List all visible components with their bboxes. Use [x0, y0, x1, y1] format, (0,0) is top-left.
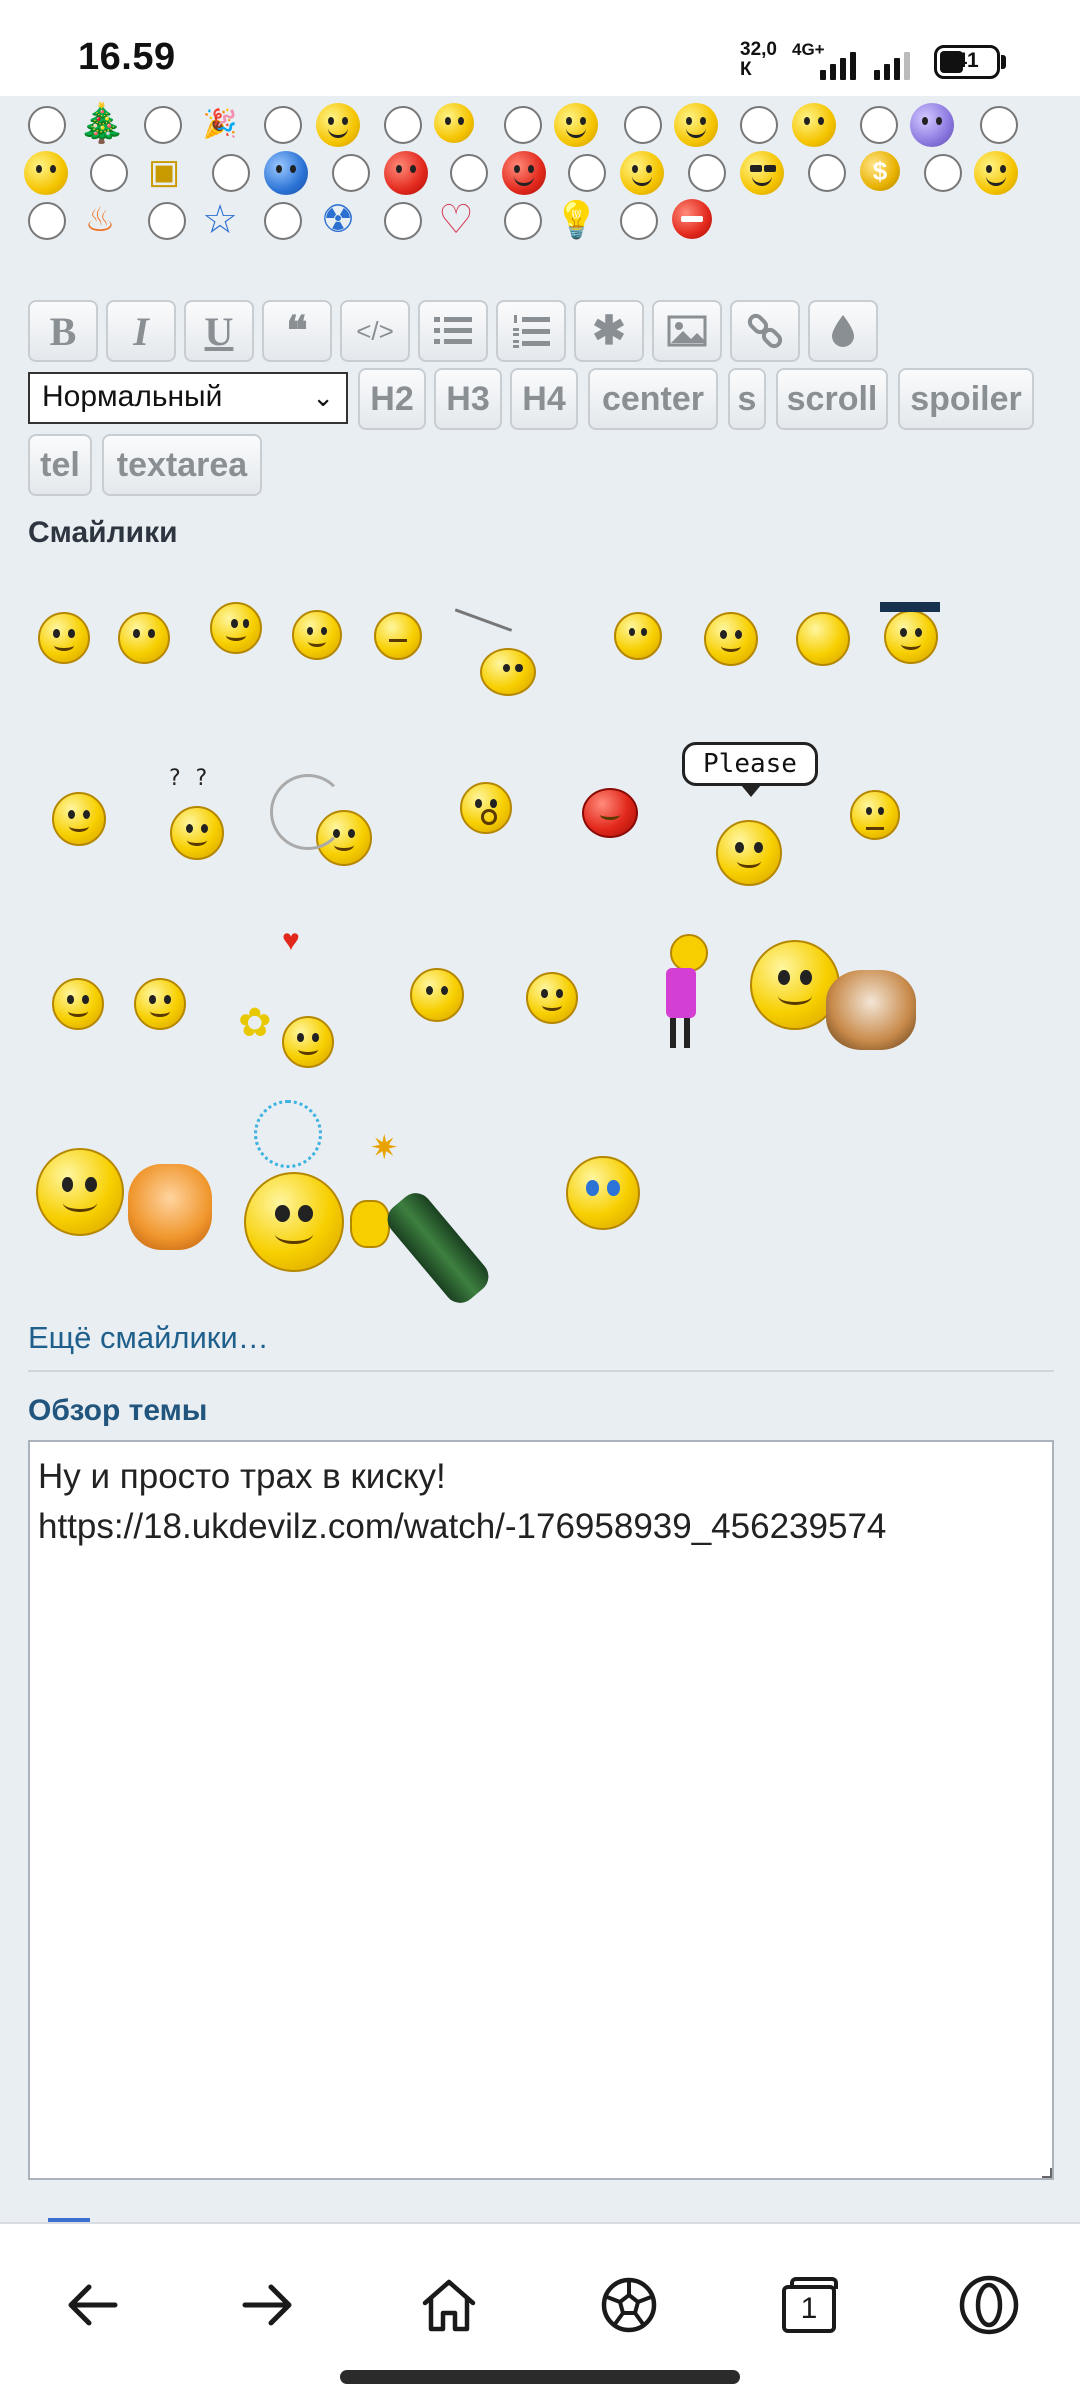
more-emoticons-link[interactable]: Ещё смайлики… [28, 1320, 269, 1356]
emoticon[interactable] [52, 792, 106, 846]
battery-tip [1001, 55, 1006, 69]
waving-emoticon[interactable] [244, 1172, 344, 1272]
home-icon [422, 2279, 476, 2332]
arrow-left-icon [68, 2284, 118, 2326]
cat-icon [826, 970, 916, 1050]
please-emoticon[interactable] [716, 820, 782, 886]
flower-icon: ✿ [238, 1001, 272, 1045]
champagne-bottle-icon [381, 1186, 495, 1310]
hand-icon [350, 1200, 390, 1248]
home-button[interactable] [404, 2260, 494, 2350]
please-bubble: Please [682, 742, 818, 797]
question-marks: ? ? [168, 766, 208, 791]
quill-icon [447, 608, 513, 651]
preview-title: Обзор темы [28, 1394, 208, 1427]
tabs-button[interactable]: 1 [764, 2260, 854, 2350]
emoticon[interactable] [118, 612, 170, 664]
soccer-ball-icon [601, 2277, 657, 2333]
glasses-emoticon[interactable] [36, 1148, 124, 1236]
emoticon[interactable] [374, 612, 422, 660]
emoticon[interactable] [210, 602, 262, 654]
tab-count: 1 [782, 2285, 836, 2333]
firework-icon: ✷ [370, 1129, 399, 1167]
emoticon-panel: ? ? Please ♥ ✿ ✷ [0, 0, 1080, 1310]
status-bar: 16.59 32,0 К 4G+ 41 [0, 0, 1080, 96]
bow-icon [270, 774, 346, 850]
emoticon[interactable] [38, 612, 90, 664]
emoticon[interactable] [460, 782, 512, 834]
sad-eyes-emoticon[interactable] [566, 1156, 640, 1230]
back-button[interactable] [46, 2260, 136, 2350]
sparkle-ring-icon [254, 1100, 322, 1168]
soccer-button[interactable] [584, 2260, 674, 2350]
graduate-emoticon[interactable] [884, 610, 938, 664]
flower-emoticon[interactable] [282, 1016, 334, 1068]
emoticon[interactable] [526, 972, 578, 1024]
emoticon[interactable] [614, 612, 662, 660]
emoticon[interactable] [134, 978, 186, 1030]
heart-icon: ♥ [282, 924, 300, 957]
divider [28, 1370, 1054, 1372]
battery-level: 41 [955, 49, 979, 72]
emoticon[interactable] [52, 978, 104, 1030]
network-speed: 32,0 К [740, 39, 777, 80]
forward-button[interactable] [224, 2260, 314, 2350]
tabs-icon: 1 [782, 2277, 838, 2333]
writing-emoticon[interactable] [480, 648, 536, 696]
opera-logo-icon [959, 2275, 1019, 2335]
emoticon[interactable] [850, 790, 900, 840]
signal-icon [820, 48, 856, 80]
ginger-cat-icon [128, 1164, 212, 1250]
facepalm-emoticon[interactable] [796, 612, 850, 666]
girl-emoticon[interactable] [656, 934, 708, 1054]
red-emoticon[interactable] [582, 788, 638, 838]
battery-icon: 41 [934, 45, 1000, 79]
confused-emoticon[interactable] [170, 806, 224, 860]
sad-emoticon[interactable] [410, 968, 464, 1022]
angel-emoticon[interactable] [704, 612, 758, 666]
graduation-cap-icon [880, 602, 940, 612]
signal-icon [874, 48, 910, 80]
emoticon[interactable] [292, 610, 342, 660]
resize-grip-icon[interactable] [1042, 2168, 1052, 2178]
clock: 16.59 [78, 36, 176, 78]
gesture-bar[interactable] [340, 2370, 740, 2384]
arrow-right-icon [242, 2284, 292, 2326]
message-textarea[interactable]: Ну и просто трах в киску! https://18.ukd… [28, 1440, 1054, 2180]
opera-menu-button[interactable] [944, 2260, 1034, 2350]
